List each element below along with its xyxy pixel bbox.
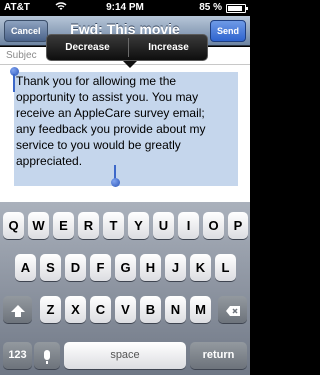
battery-icon: [226, 4, 248, 13]
return-key[interactable]: return: [190, 342, 247, 369]
key-e[interactable]: E: [53, 212, 74, 239]
key-q[interactable]: Q: [3, 212, 24, 239]
key-d[interactable]: D: [65, 254, 86, 281]
edit-menu-popup: Decrease Increase: [46, 34, 209, 68]
backspace-icon: [225, 305, 240, 316]
battery-percent: 85 %: [199, 2, 222, 13]
key-w[interactable]: W: [28, 212, 49, 239]
key-v[interactable]: V: [115, 296, 136, 323]
key-g[interactable]: G: [115, 254, 136, 281]
key-l[interactable]: L: [215, 254, 236, 281]
key-b[interactable]: B: [140, 296, 161, 323]
numbers-key[interactable]: 123: [3, 342, 32, 369]
microphone-icon: [44, 349, 50, 364]
key-i[interactable]: I: [178, 212, 199, 239]
space-key[interactable]: space: [64, 342, 186, 369]
key-u[interactable]: U: [153, 212, 174, 239]
key-o[interactable]: O: [203, 212, 224, 239]
key-j[interactable]: J: [165, 254, 186, 281]
key-y[interactable]: Y: [128, 212, 149, 239]
key-p[interactable]: P: [228, 212, 248, 239]
key-x[interactable]: X: [65, 296, 86, 323]
key-k[interactable]: K: [190, 254, 211, 281]
message-line: opportunity to assist you. You may: [16, 90, 199, 104]
key-s[interactable]: S: [40, 254, 61, 281]
onscreen-keyboard: Q W E R T Y U I O P A S D F G H J K L Z …: [0, 202, 250, 375]
message-body[interactable]: Thank you for allowing me the opportunit…: [0, 65, 250, 202]
key-n[interactable]: N: [165, 296, 186, 323]
subject-label: Subjec: [6, 50, 37, 61]
key-t[interactable]: T: [103, 212, 124, 239]
message-text[interactable]: Thank you for allowing me the opportunit…: [16, 73, 242, 169]
increase-menu-item[interactable]: Increase: [128, 42, 209, 53]
selection-end-handle[interactable]: [111, 178, 120, 187]
selection-start-caret: [13, 74, 15, 92]
key-r[interactable]: R: [78, 212, 99, 239]
message-line: receive an AppleCare survey email;: [16, 106, 205, 120]
menu-pointer-arrow: [123, 61, 137, 68]
shift-arrow-icon: [10, 305, 25, 318]
message-line: service to you would be greatly: [16, 138, 181, 152]
message-line: any feedback you provide about my: [16, 122, 206, 136]
send-button[interactable]: Send: [209, 20, 246, 42]
delete-key[interactable]: [218, 296, 247, 323]
shift-key[interactable]: [3, 296, 32, 323]
key-c[interactable]: C: [90, 296, 111, 323]
message-line: appreciated.: [16, 154, 83, 168]
status-bar: AT&T 9:14 PM 85 %: [0, 0, 250, 16]
key-f[interactable]: F: [90, 254, 111, 281]
key-h[interactable]: H: [140, 254, 161, 281]
dictation-key[interactable]: [34, 342, 60, 369]
key-a[interactable]: A: [15, 254, 36, 281]
key-m[interactable]: M: [190, 296, 211, 323]
message-line: Thank you for allowing me the: [16, 74, 177, 88]
key-z[interactable]: Z: [40, 296, 61, 323]
decrease-menu-item[interactable]: Decrease: [47, 42, 128, 53]
